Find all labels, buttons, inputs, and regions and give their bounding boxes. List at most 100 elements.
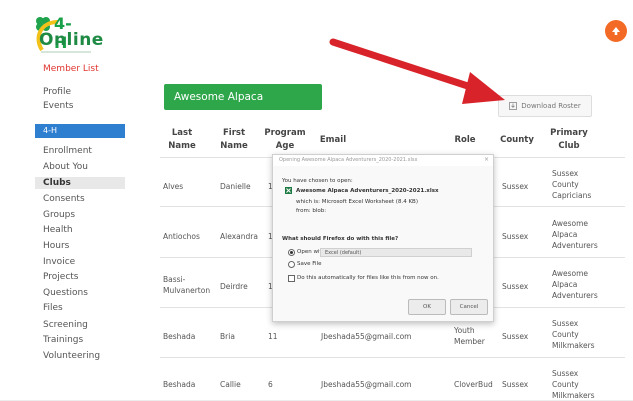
logo-online-text: Online <box>39 30 104 50</box>
open-with-radio[interactable] <box>288 249 295 256</box>
cell-role: CloverBud <box>454 380 493 389</box>
sidebar-item-profile[interactable]: Profile <box>43 87 71 97</box>
cell-role-line1: Youth <box>454 326 475 335</box>
cell-county: Sussex <box>502 282 529 291</box>
sidebar-item-files[interactable]: Files <box>43 303 63 313</box>
sidebar-item-invoice[interactable]: Invoice <box>43 257 75 267</box>
cell-last-name-line2: Mulvanerton <box>163 286 211 295</box>
header-last-name-line1: Last <box>171 128 193 138</box>
cell-first-name: Callie <box>220 380 241 389</box>
sidebar-item-questions[interactable]: Questions <box>43 288 88 298</box>
header-first-name-line1: First <box>222 128 246 138</box>
sidebar-item-enrollment[interactable]: Enrollment <box>43 146 92 156</box>
sidebar-item-clubs[interactable]: Clubs <box>43 178 71 188</box>
open-with-app-select[interactable]: Excel (default) <box>320 248 472 257</box>
cell-primary-club-line2: Alpaca <box>552 230 578 239</box>
cancel-button[interactable]: Cancel <box>450 299 488 315</box>
cell-county: Sussex <box>502 232 529 241</box>
sidebar-item-screening[interactable]: Screening <box>43 320 88 330</box>
cell-program-age: 6 <box>268 380 273 389</box>
header-email[interactable]: Email <box>318 134 348 147</box>
header-last-name[interactable]: Last Name <box>160 127 204 153</box>
cell-email[interactable]: Jbeshada55@gmail.com <box>321 379 411 390</box>
cell-last-name: Bassi- Mulvanerton <box>163 274 210 296</box>
cell-primary-club-line3: Adventurers <box>552 291 598 300</box>
cell-first-name: Bria <box>220 332 235 341</box>
header-first-name[interactable]: First Name <box>212 127 256 153</box>
sidebar-item-trainings[interactable]: Trainings <box>43 335 83 345</box>
cell-primary-club-line3: Capricians <box>552 191 592 200</box>
header-primary-club-line2: Club <box>558 141 580 151</box>
auto-checkbox-label[interactable]: Do this automatically for files like thi… <box>297 274 439 282</box>
cell-first-name: Danielle <box>220 182 251 191</box>
cell-primary-club-line3: Milkmakers <box>552 341 595 350</box>
ok-button[interactable]: OK <box>408 299 446 315</box>
cell-primary-club-line1: Sussex <box>552 319 579 328</box>
cell-primary-club-line3: Adventurers <box>552 241 598 250</box>
sidebar-item-health[interactable]: Health <box>43 225 73 235</box>
sidebar-item-volunteering[interactable]: Volunteering <box>43 351 100 361</box>
cell-primary-club: Sussex County Milkmakers <box>552 318 595 351</box>
sidebar-item-events[interactable]: Events <box>43 101 73 111</box>
download-roster-label: Download Roster <box>521 102 581 110</box>
cell-primary-club-line2: County <box>552 330 579 339</box>
dialog-title: Opening Awesome Alpaca Adventurers_2020-… <box>273 155 493 166</box>
cell-last-name: Antiochos <box>163 232 200 241</box>
sidebar-item-hours[interactable]: Hours <box>43 241 69 251</box>
cell-county: Sussex <box>502 380 529 389</box>
cell-primary-club-line1: Awesome <box>552 269 588 278</box>
download-roster-button[interactable]: Download Roster <box>498 95 592 117</box>
sidebar-item-about-you[interactable]: About You <box>43 162 88 172</box>
cell-last-name: Alves <box>163 182 184 191</box>
header-role[interactable]: Role <box>450 134 480 147</box>
dialog-file-name: Awesome Alpaca Adventurers_2020-2021.xls… <box>296 188 439 194</box>
sidebar-item-groups[interactable]: Groups <box>43 210 75 220</box>
save-file-radio[interactable] <box>288 261 295 268</box>
cell-primary-club: Sussex County Milkmakers <box>552 368 595 401</box>
cell-last-name: Beshada <box>163 380 196 389</box>
cell-email[interactable]: Jbeshada55@gmail.com <box>321 331 411 342</box>
header-program-age[interactable]: Program Age <box>262 127 308 153</box>
arrow-up-icon <box>612 27 620 35</box>
auto-checkbox[interactable] <box>288 275 295 282</box>
header-program-age-line2: Age <box>275 141 295 151</box>
sidebar-item-consents[interactable]: Consents <box>43 194 85 204</box>
excel-file-icon <box>285 187 292 194</box>
scroll-up-button[interactable] <box>605 20 627 42</box>
dialog-file-source: from: blob: <box>296 208 327 214</box>
download-icon <box>509 102 518 110</box>
download-dialog: Opening Awesome Alpaca Adventurers_2020-… <box>272 154 494 322</box>
cell-primary-club: Sussex County Capricians <box>552 168 591 201</box>
dialog-chosen-text: You have chosen to open: <box>282 178 353 184</box>
dialog-question: What should Firefox do with this file? <box>282 236 399 242</box>
logo-tagline <box>41 51 91 53</box>
header-program-age-line1: Program <box>264 128 306 138</box>
close-icon[interactable]: × <box>484 156 489 163</box>
header-county[interactable]: County <box>500 134 534 147</box>
cell-first-name: Alexandra <box>220 232 258 241</box>
cell-primary-club-line1: Awesome <box>552 219 588 228</box>
cell-county: Sussex <box>502 182 529 191</box>
cell-primary-club-line1: Sussex <box>552 169 579 178</box>
club-title-banner: Awesome Alpaca Adventurers <box>164 84 322 129</box>
cell-primary-club: Awesome Alpaca Adventurers <box>552 218 598 251</box>
sidebar-section-4h[interactable]: 4-H <box>35 124 125 138</box>
cell-primary-club-line3: Milkmakers <box>552 391 595 400</box>
cell-last-name-line1: Bassi- <box>163 275 186 284</box>
header-primary-club[interactable]: Primary Club <box>547 127 591 153</box>
cell-role-line2: Member <box>454 337 485 346</box>
cell-primary-club-line2: Alpaca <box>552 280 578 289</box>
save-file-label[interactable]: Save File <box>297 260 321 268</box>
header-primary-club-line1: Primary <box>550 128 588 138</box>
member-list-link[interactable]: Member List <box>43 64 99 74</box>
cell-program-age: 11 <box>268 332 278 341</box>
dialog-file-type: which is: Microsoft Excel Worksheet (8.4… <box>296 199 418 205</box>
cell-primary-club-line2: County <box>552 380 579 389</box>
cell-primary-club-line2: County <box>552 180 579 189</box>
top-bar: 4-H Online <box>0 0 633 60</box>
cell-role: Youth Member <box>454 325 485 347</box>
page: 4-H Online Member List Profile Events 4-… <box>0 0 633 400</box>
cell-primary-club-line1: Sussex <box>552 369 579 378</box>
sidebar-item-projects[interactable]: Projects <box>43 272 78 282</box>
header-last-name-line2: Name <box>168 141 196 151</box>
